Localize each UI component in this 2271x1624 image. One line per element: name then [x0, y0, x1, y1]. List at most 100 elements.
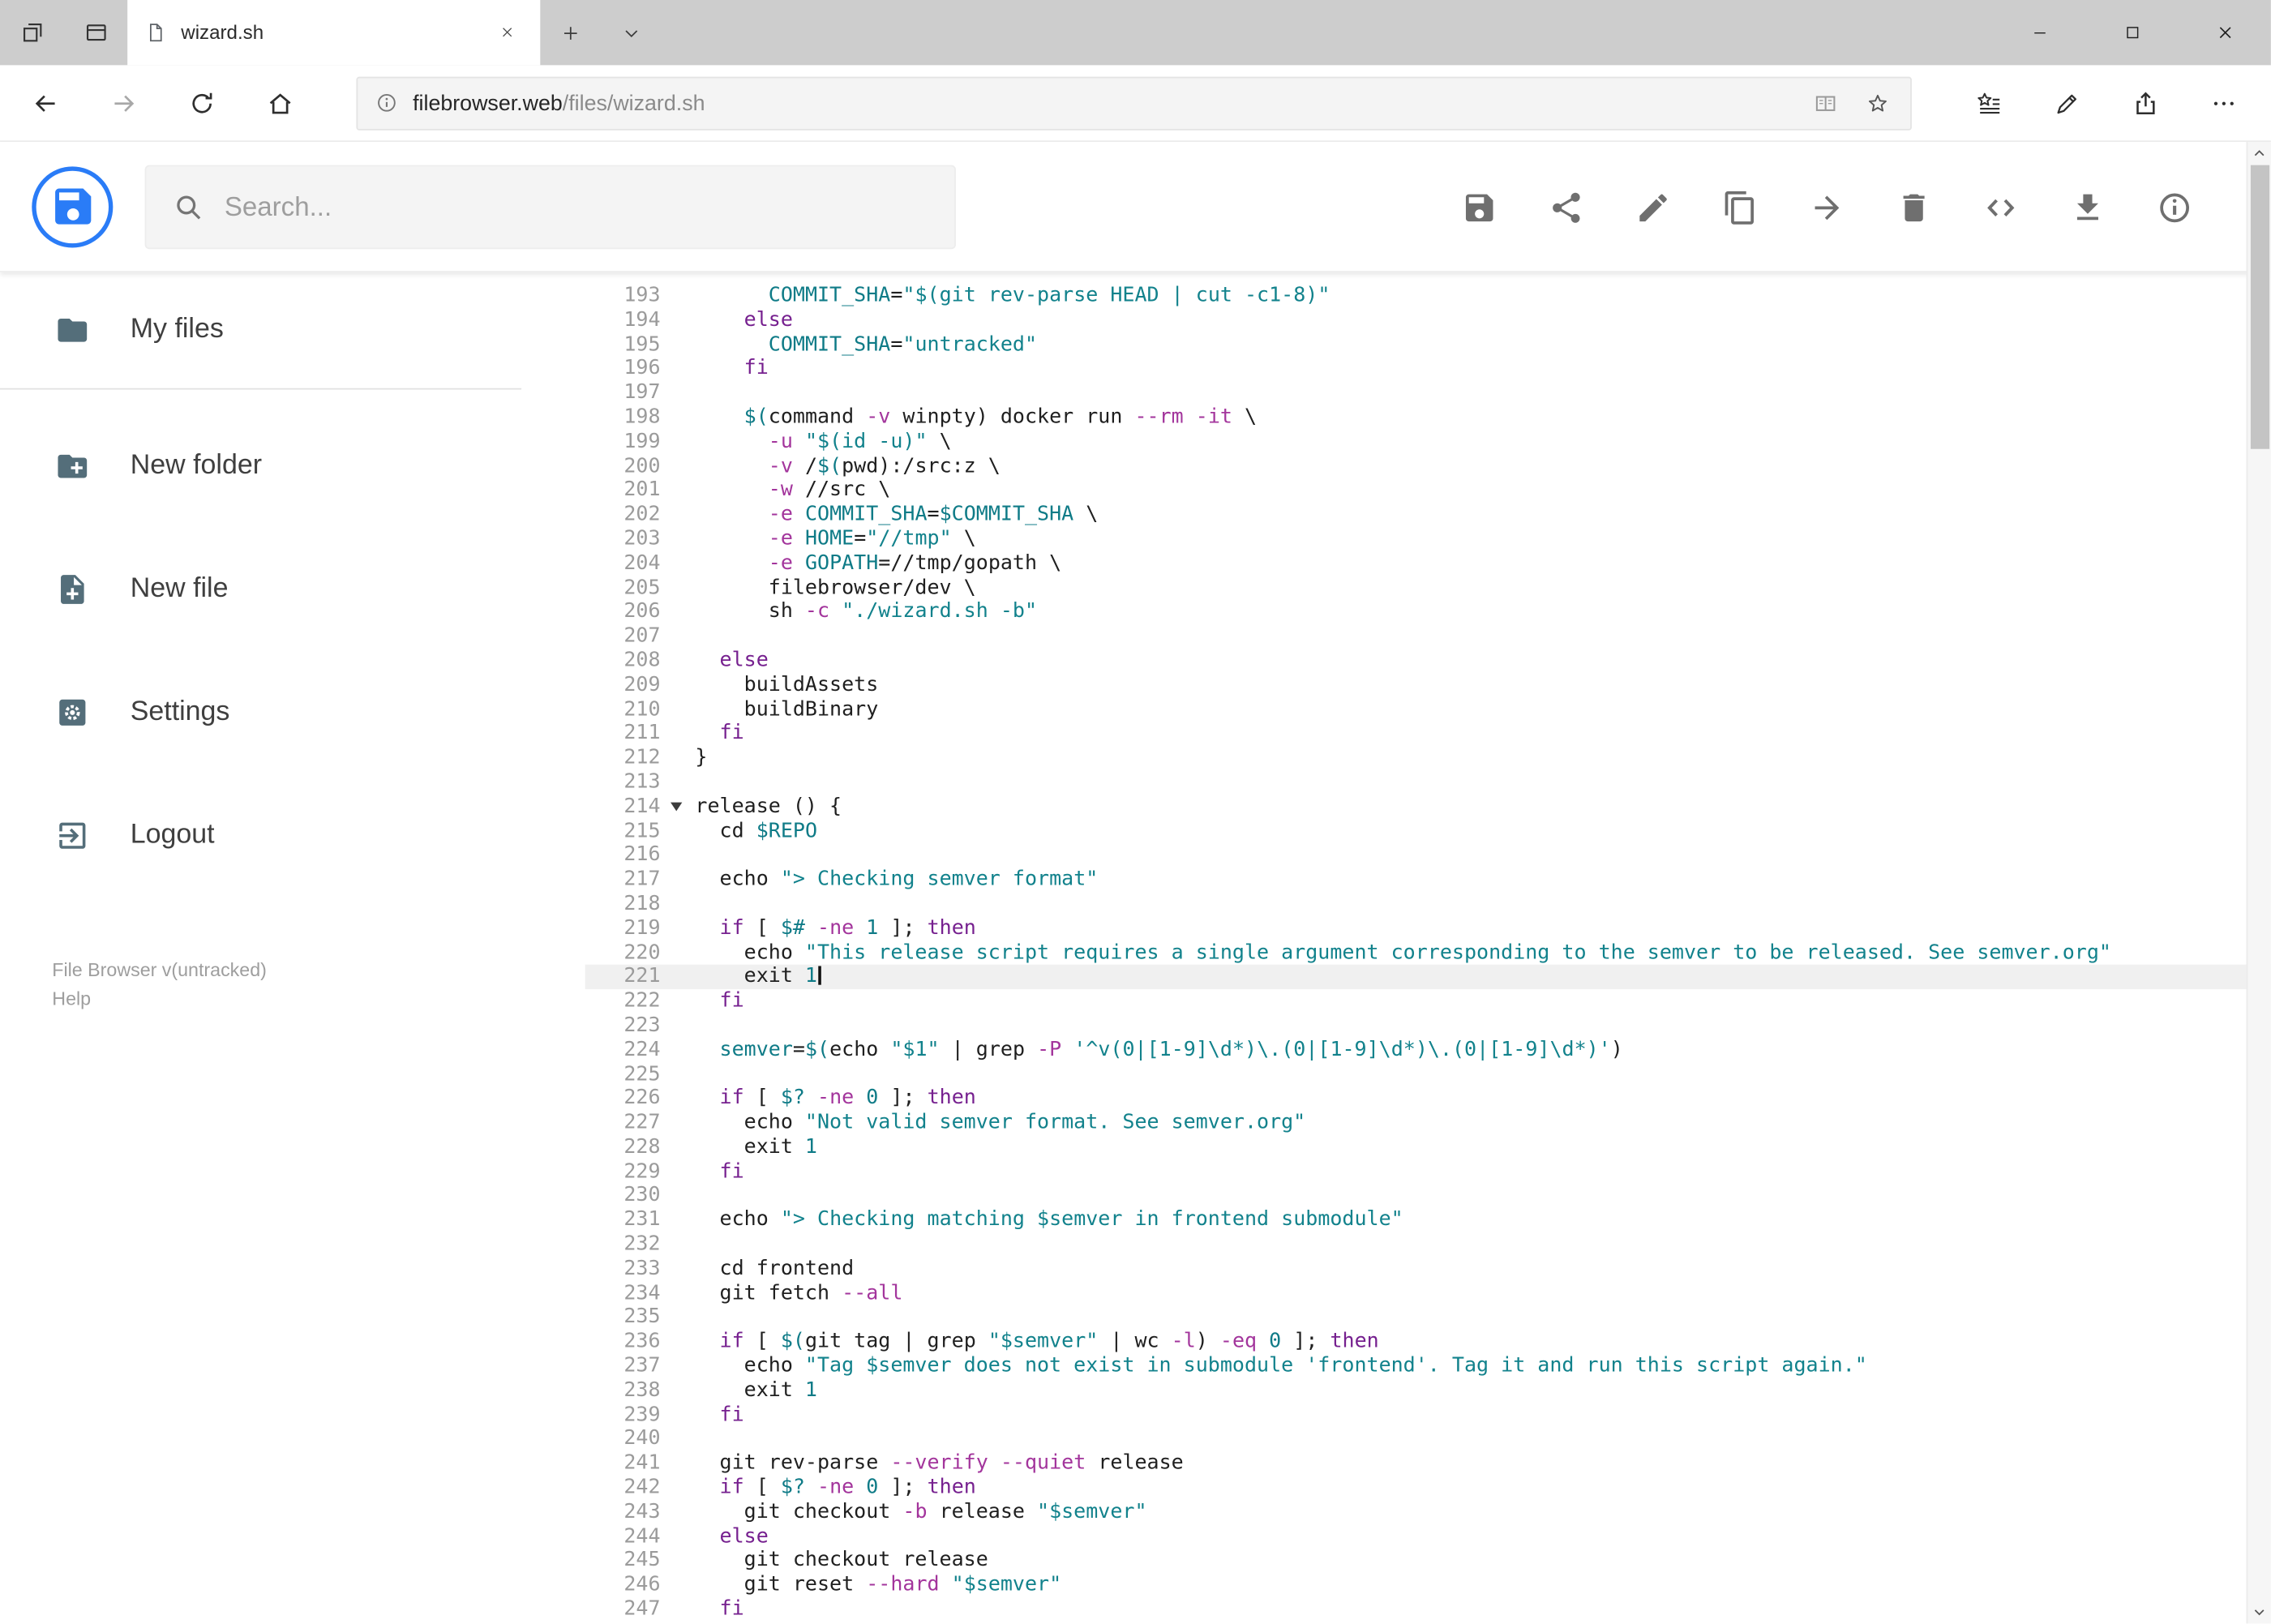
code-line-244[interactable]: 244 else [585, 1524, 2271, 1549]
code-line-199[interactable]: 199 -u "$(id -u)" \ [585, 430, 2271, 454]
code-line-233[interactable]: 233 cd frontend [585, 1257, 2271, 1281]
code-line-222[interactable]: 222 fi [585, 989, 2271, 1013]
code-line-219[interactable]: 219 if [ $# -ne 1 ]; then [585, 916, 2271, 941]
hub-favorites-button[interactable] [1949, 68, 2027, 138]
move-button[interactable] [1794, 175, 1858, 239]
maximize-button[interactable] [2085, 0, 2178, 65]
code-line-230[interactable]: 230 [585, 1184, 2271, 1208]
tab-list-button[interactable] [601, 0, 662, 65]
code-line-197[interactable]: 197 [585, 381, 2271, 405]
code-line-225[interactable]: 225 [585, 1062, 2271, 1086]
code-line-241[interactable]: 241 git rev-parse --verify --quiet relea… [585, 1451, 2271, 1476]
code-line-209[interactable]: 209 buildAssets [585, 673, 2271, 697]
set-tabs-aside-button[interactable] [0, 0, 64, 65]
code-line-235[interactable]: 235 [585, 1305, 2271, 1330]
sidebar-item-my-files[interactable]: My files [0, 272, 521, 388]
code-line-237[interactable]: 237 echo "Tag $semver does not exist in … [585, 1354, 2271, 1378]
scrollbar-thumb[interactable] [2250, 165, 2270, 449]
code-line-216[interactable]: 216 [585, 843, 2271, 868]
sidebar-item-settings[interactable]: Settings [0, 650, 521, 773]
code-line-218[interactable]: 218 [585, 892, 2271, 916]
code-line-247[interactable]: 247 fi [585, 1597, 2271, 1622]
code-line-203[interactable]: 203 -e HOME="//tmp" \ [585, 527, 2271, 551]
code-line-227[interactable]: 227 echo "Not valid semver format. See s… [585, 1111, 2271, 1135]
code-line-231[interactable]: 231 echo "> Checking matching $semver in… [585, 1208, 2271, 1232]
sidebar-item-logout[interactable]: Logout [0, 773, 521, 897]
code-line-232[interactable]: 232 [585, 1232, 2271, 1257]
forward-button[interactable] [84, 68, 162, 138]
code-line-234[interactable]: 234 git fetch --all [585, 1281, 2271, 1305]
code-line-220[interactable]: 220 echo "This release script requires a… [585, 941, 2271, 965]
home-button[interactable] [241, 68, 319, 138]
code-line-229[interactable]: 229 fi [585, 1159, 2271, 1184]
raw-code-button[interactable] [1969, 175, 2033, 239]
close-window-button[interactable] [2179, 0, 2271, 65]
code-line-223[interactable]: 223 [585, 1013, 2271, 1038]
share-button[interactable] [2106, 68, 2183, 138]
back-button[interactable] [6, 68, 84, 138]
code-line-201[interactable]: 201 -w //src \ [585, 478, 2271, 503]
more-options-button[interactable] [2184, 68, 2262, 138]
reading-view-button[interactable] [1803, 81, 1847, 125]
code-line-210[interactable]: 210 buildBinary [585, 697, 2271, 722]
code-line-207[interactable]: 207 [585, 624, 2271, 649]
web-note-button[interactable] [2028, 68, 2106, 138]
info-button[interactable] [2142, 175, 2206, 239]
code-line-246[interactable]: 246 git reset --hard "$semver" [585, 1573, 2271, 1597]
code-line-212[interactable]: 212} [585, 746, 2271, 770]
code-line-245[interactable]: 245 git checkout release [585, 1549, 2271, 1573]
code-line-204[interactable]: 204 -e GOPATH=//tmp/gopath \ [585, 551, 2271, 576]
code-line-240[interactable]: 240 [585, 1427, 2271, 1451]
minimize-button[interactable] [1993, 0, 2085, 65]
code-line-228[interactable]: 228 exit 1 [585, 1135, 2271, 1159]
code-line-205[interactable]: 205 filebrowser/dev \ [585, 576, 2271, 600]
code-text: $(command -v winpty) docker run --rm -it… [743, 405, 1258, 429]
code-line-217[interactable]: 217 echo "> Checking semver format" [585, 868, 2271, 892]
download-button[interactable] [2055, 175, 2119, 239]
scroll-up-icon[interactable] [2247, 142, 2271, 165]
browser-tab[interactable]: wizard.sh [127, 0, 541, 66]
tabs-preview-button[interactable] [64, 0, 128, 65]
code-line-194[interactable]: 194 else [585, 308, 2271, 332]
code-line-208[interactable]: 208 else [585, 649, 2271, 673]
refresh-button[interactable] [162, 68, 240, 138]
new-tab-button[interactable] [540, 0, 601, 65]
code-editor[interactable]: 193 COMMIT_SHA="$(git rev-parse HEAD | c… [585, 272, 2271, 1624]
add-favorite-button[interactable] [1855, 81, 1899, 125]
share-button[interactable] [1534, 175, 1598, 239]
help-link[interactable]: Help [52, 985, 267, 1014]
code-line-215[interactable]: 215 cd $REPO [585, 819, 2271, 843]
code-line-238[interactable]: 238 exit 1 [585, 1378, 2271, 1403]
code-line-214[interactable]: 214 release () { [585, 795, 2271, 819]
search-box[interactable] [144, 164, 956, 249]
code-line-211[interactable]: 211 fi [585, 722, 2271, 746]
rename-button[interactable] [1621, 175, 1685, 239]
code-line-242[interactable]: 242 if [ $? -ne 0 ]; then [585, 1476, 2271, 1500]
code-line-224[interactable]: 224 semver=$(echo "$1" | grep -P '^v(0|[… [585, 1038, 2271, 1062]
tab-close-button[interactable] [491, 17, 523, 49]
code-line-195[interactable]: 195 COMMIT_SHA="untracked" [585, 332, 2271, 357]
site-info-icon[interactable] [375, 92, 399, 115]
address-bar[interactable]: filebrowser.web/files/wizard.sh [356, 75, 1912, 130]
copy-button[interactable] [1708, 175, 1772, 239]
code-line-202[interactable]: 202 -e COMMIT_SHA=$COMMIT_SHA \ [585, 503, 2271, 527]
code-line-243[interactable]: 243 git checkout -b release "$semver" [585, 1500, 2271, 1524]
code-line-200[interactable]: 200 -v /$(pwd):/src:z \ [585, 454, 2271, 478]
fold-marker-icon[interactable] [671, 802, 683, 812]
code-line-226[interactable]: 226 if [ $? -ne 0 ]; then [585, 1086, 2271, 1111]
scroll-down-icon[interactable] [2247, 1600, 2271, 1624]
code-line-221[interactable]: 221 exit 1 [585, 965, 2271, 990]
sidebar-item-new-file[interactable]: New file [0, 527, 521, 650]
delete-button[interactable] [1881, 175, 1945, 239]
code-line-193[interactable]: 193 COMMIT_SHA="$(git rev-parse HEAD | c… [585, 284, 2271, 308]
code-line-196[interactable]: 196 fi [585, 357, 2271, 381]
code-line-198[interactable]: 198 $(command -v winpty) docker run --rm… [585, 405, 2271, 430]
code-line-206[interactable]: 206 sh -c "./wizard.sh -b" [585, 600, 2271, 624]
sidebar-item-new-folder[interactable]: New folder [0, 404, 521, 527]
page-scrollbar[interactable] [2246, 142, 2271, 1624]
code-line-239[interactable]: 239 fi [585, 1403, 2271, 1427]
code-line-236[interactable]: 236 if [ $(git tag | grep "$semver" | wc… [585, 1330, 2271, 1354]
search-input[interactable] [224, 190, 929, 223]
code-line-213[interactable]: 213 [585, 770, 2271, 795]
save-button[interactable] [1447, 175, 1511, 239]
